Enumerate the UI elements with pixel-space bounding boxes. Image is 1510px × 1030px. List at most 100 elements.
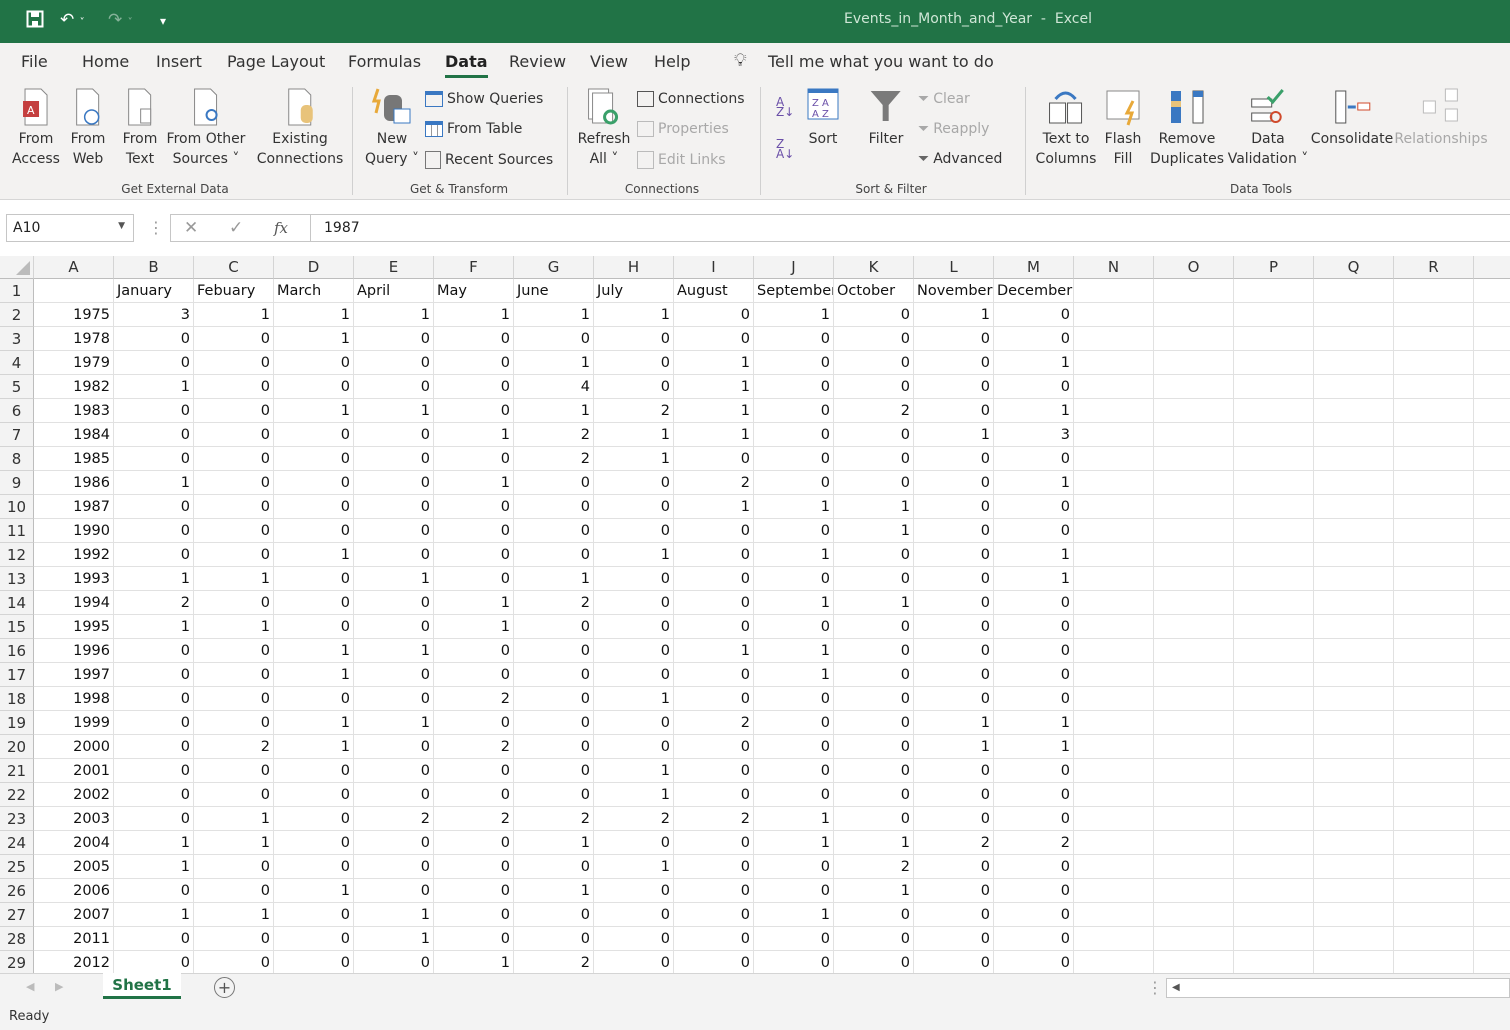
- cell[interactable]: 0: [594, 591, 674, 615]
- cell[interactable]: 1: [274, 543, 354, 567]
- cell[interactable]: 0: [114, 927, 194, 951]
- row-header[interactable]: 14: [0, 591, 34, 615]
- cell[interactable]: 0: [994, 495, 1074, 519]
- cell[interactable]: 2: [594, 399, 674, 423]
- cell[interactable]: 2006: [34, 879, 114, 903]
- cell[interactable]: 2000: [34, 735, 114, 759]
- cell[interactable]: 0: [994, 375, 1074, 399]
- cell[interactable]: 0: [274, 687, 354, 711]
- cell[interactable]: [1474, 447, 1510, 471]
- cell[interactable]: [1154, 639, 1234, 663]
- cell[interactable]: 0: [994, 687, 1074, 711]
- cell[interactable]: 1: [754, 543, 834, 567]
- name-box[interactable]: A10 ▼: [6, 214, 134, 242]
- cell[interactable]: [1154, 399, 1234, 423]
- cell[interactable]: [1394, 543, 1474, 567]
- cell[interactable]: 0: [754, 351, 834, 375]
- cell[interactable]: 0: [674, 951, 754, 975]
- cell[interactable]: 0: [914, 543, 994, 567]
- cell[interactable]: 3: [994, 423, 1074, 447]
- cell[interactable]: [1074, 591, 1154, 615]
- cell[interactable]: 0: [914, 687, 994, 711]
- tab-file[interactable]: File: [21, 52, 48, 71]
- cell[interactable]: [1234, 759, 1314, 783]
- column-label-cell[interactable]: June: [514, 279, 594, 303]
- cell[interactable]: 0: [514, 543, 594, 567]
- cell[interactable]: [1154, 471, 1234, 495]
- cell[interactable]: 1: [434, 591, 514, 615]
- cell[interactable]: [1314, 807, 1394, 831]
- column-header-b[interactable]: B: [114, 256, 194, 279]
- cell[interactable]: 2: [834, 399, 914, 423]
- cell[interactable]: 0: [514, 711, 594, 735]
- cell[interactable]: 2: [594, 807, 674, 831]
- cell[interactable]: 0: [674, 903, 754, 927]
- cell[interactable]: 0: [354, 759, 434, 783]
- cell[interactable]: 1997: [34, 663, 114, 687]
- advanced-filter-button[interactable]: ⏷ Advanced: [918, 151, 1002, 167]
- cell[interactable]: [1074, 735, 1154, 759]
- cell[interactable]: 1995: [34, 615, 114, 639]
- cell[interactable]: 1: [674, 495, 754, 519]
- column-header-d[interactable]: D: [274, 256, 354, 279]
- row-header[interactable]: 7: [0, 423, 34, 447]
- cell[interactable]: 0: [434, 879, 514, 903]
- cell[interactable]: 0: [834, 447, 914, 471]
- cell[interactable]: 1: [194, 567, 274, 591]
- cell[interactable]: 0: [834, 663, 914, 687]
- cell[interactable]: 0: [994, 783, 1074, 807]
- cell[interactable]: 0: [274, 615, 354, 639]
- cell[interactable]: 0: [194, 399, 274, 423]
- cell[interactable]: 1: [914, 423, 994, 447]
- enter-icon[interactable]: ✓: [229, 218, 243, 238]
- cell[interactable]: [1314, 639, 1394, 663]
- cell[interactable]: 0: [994, 951, 1074, 975]
- cell[interactable]: 0: [514, 615, 594, 639]
- cell[interactable]: 0: [834, 903, 914, 927]
- cell[interactable]: 0: [994, 303, 1074, 327]
- cell[interactable]: [1394, 591, 1474, 615]
- cell[interactable]: 1: [994, 567, 1074, 591]
- cell[interactable]: 1: [834, 831, 914, 855]
- cell[interactable]: 1: [754, 495, 834, 519]
- properties-button[interactable]: Properties: [637, 121, 729, 137]
- cell[interactable]: [1074, 855, 1154, 879]
- cell[interactable]: 0: [834, 711, 914, 735]
- cell[interactable]: 0: [194, 471, 274, 495]
- row-header[interactable]: 1: [0, 279, 34, 303]
- cell[interactable]: 0: [514, 495, 594, 519]
- cell[interactable]: 0: [514, 759, 594, 783]
- column-header-j[interactable]: J: [754, 256, 834, 279]
- scroll-left-icon[interactable]: ◀: [26, 980, 34, 993]
- cell[interactable]: 0: [194, 591, 274, 615]
- cell[interactable]: [34, 279, 114, 303]
- cell[interactable]: 0: [514, 519, 594, 543]
- cell[interactable]: [1074, 663, 1154, 687]
- cell[interactable]: 0: [114, 663, 194, 687]
- cell[interactable]: [1234, 711, 1314, 735]
- cell[interactable]: 0: [594, 735, 674, 759]
- cell[interactable]: [1314, 855, 1394, 879]
- cell[interactable]: [1314, 351, 1394, 375]
- from-web-button[interactable]: From Web: [71, 87, 105, 169]
- column-label-cell[interactable]: December: [994, 279, 1074, 303]
- cell[interactable]: [1474, 831, 1510, 855]
- row-header[interactable]: 17: [0, 663, 34, 687]
- cell[interactable]: 1985: [34, 447, 114, 471]
- cell[interactable]: 1: [274, 639, 354, 663]
- cell[interactable]: 0: [834, 543, 914, 567]
- cell[interactable]: 0: [194, 783, 274, 807]
- cell[interactable]: 0: [754, 567, 834, 591]
- column-header-m[interactable]: M: [994, 256, 1074, 279]
- cell[interactable]: 1: [674, 423, 754, 447]
- cell[interactable]: 1: [914, 711, 994, 735]
- cell[interactable]: [1074, 831, 1154, 855]
- cell[interactable]: 0: [594, 351, 674, 375]
- cell[interactable]: 0: [194, 879, 274, 903]
- cell[interactable]: 1: [194, 303, 274, 327]
- cell[interactable]: 0: [914, 639, 994, 663]
- cell[interactable]: 1: [754, 903, 834, 927]
- cell[interactable]: 0: [594, 471, 674, 495]
- cell[interactable]: [1474, 495, 1510, 519]
- cell[interactable]: 0: [914, 855, 994, 879]
